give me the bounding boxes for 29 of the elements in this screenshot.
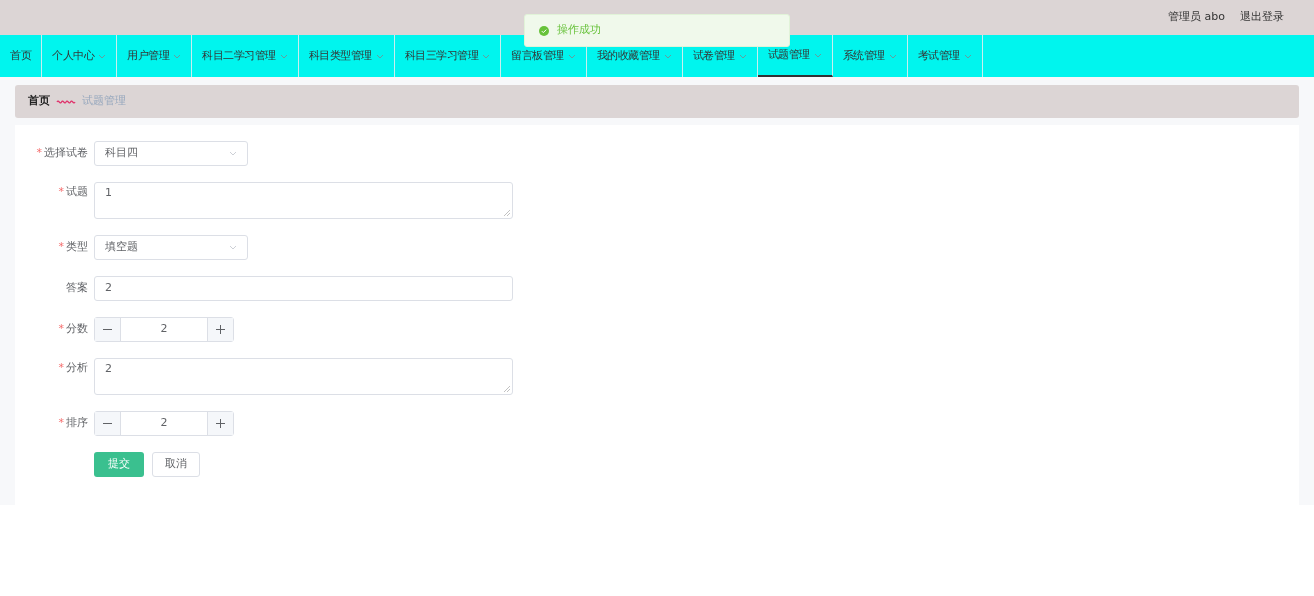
required-marker: *	[58, 321, 64, 338]
field-label: 选择试卷	[44, 145, 88, 162]
breadcrumb-item: 试题管理	[82, 93, 126, 110]
chevron-down-icon	[229, 151, 237, 156]
breadcrumb-item[interactable]: 首页	[28, 93, 50, 110]
field-label: 分数	[66, 321, 88, 338]
required-marker: *	[36, 145, 42, 162]
textarea-field[interactable]: 1	[94, 182, 513, 219]
user-name: 管理员 abo	[1168, 9, 1225, 26]
required-marker: *	[58, 360, 64, 376]
cancel-button[interactable]: 取消	[152, 452, 200, 477]
required-marker: *	[58, 239, 64, 256]
resize-handle-icon[interactable]	[504, 210, 510, 216]
required-marker: *	[58, 184, 64, 200]
logout-link[interactable]: 退出登录	[1240, 9, 1284, 26]
separator-icon	[56, 98, 76, 105]
field-label: 答案	[66, 280, 88, 297]
chevron-down-icon	[229, 245, 237, 250]
check-circle-icon	[539, 25, 549, 36]
field-label: 排序	[66, 415, 88, 432]
field-label: 类型	[66, 239, 88, 256]
input-field[interactable]: 2	[94, 276, 513, 301]
select-field[interactable]: 填空题	[94, 235, 248, 260]
field-label: 分析	[66, 360, 88, 376]
resize-handle-icon[interactable]	[504, 386, 510, 392]
select-field[interactable]: 科目四	[94, 141, 248, 166]
required-marker: *	[58, 415, 64, 432]
field-label: 试题	[66, 184, 88, 200]
textarea-field[interactable]: 2	[94, 358, 513, 395]
